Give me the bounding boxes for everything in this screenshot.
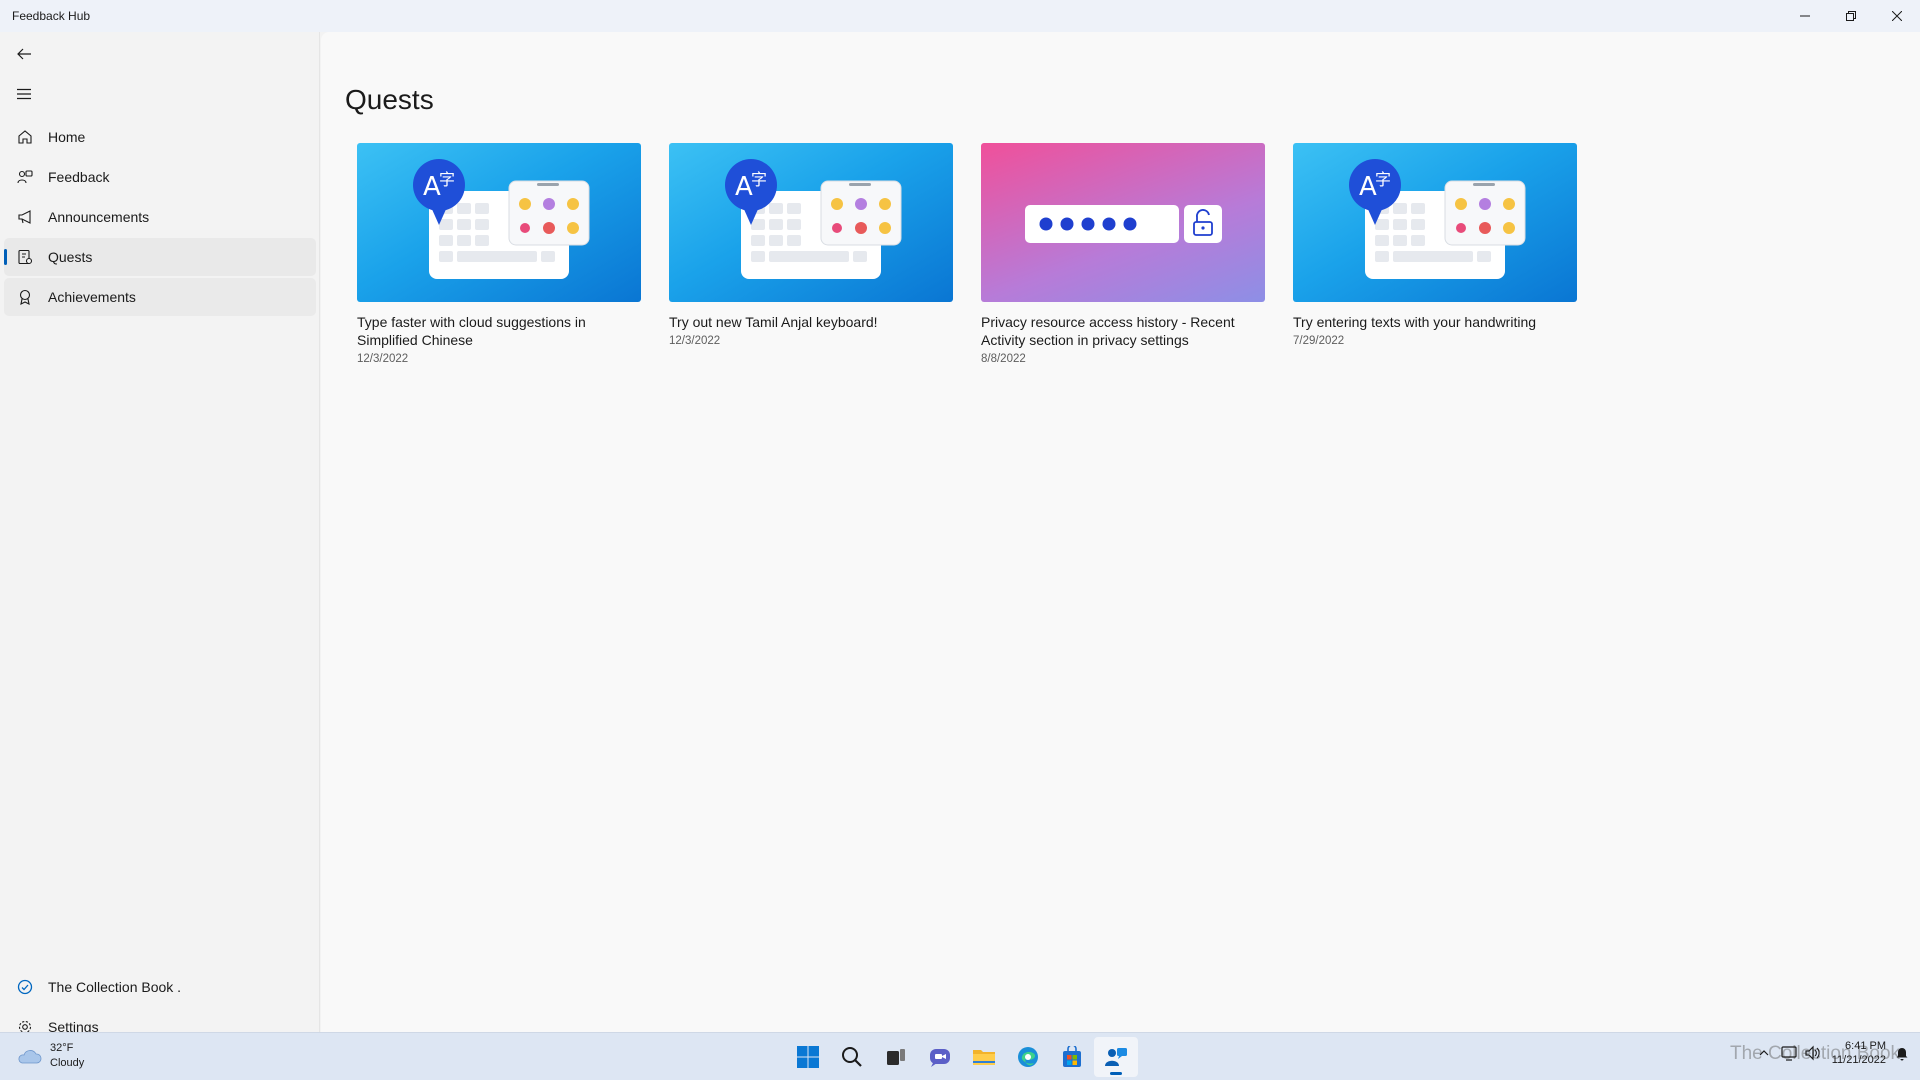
system-tray: 6:41 PM 11/21/2022 — [1758, 1039, 1910, 1067]
password-lock-illustration — [981, 143, 1265, 302]
close-icon — [1892, 11, 1902, 21]
file-explorer-icon — [973, 1050, 995, 1065]
task-view-icon — [887, 1049, 905, 1065]
nav-item-quests[interactable]: Quests — [4, 238, 316, 276]
nav-label-feedback: Feedback — [48, 169, 110, 185]
clock[interactable]: 6:41 PM 11/21/2022 — [1832, 1039, 1886, 1067]
feedback-hub-icon — [1105, 1048, 1127, 1066]
clock-time: 6:41 PM — [1845, 1040, 1886, 1052]
back-button[interactable] — [12, 42, 36, 66]
quest-title: Try out new Tamil Anjal keyboard! — [669, 314, 878, 330]
notification-bell-icon[interactable] — [1894, 1045, 1910, 1061]
network-icon[interactable] — [1780, 1045, 1798, 1061]
hamburger-icon — [17, 88, 31, 100]
account-label: The Collection Book . — [48, 979, 182, 995]
chat-icon — [930, 1049, 950, 1067]
back-arrow-icon — [17, 48, 31, 60]
store-icon — [1063, 1046, 1081, 1067]
search-button[interactable] — [830, 1037, 874, 1077]
nav-item-home[interactable]: Home — [4, 118, 316, 156]
app-title: Feedback Hub — [12, 9, 91, 23]
keyboard-ime-illustration: A 字 — [357, 143, 641, 302]
quest-card[interactable]: A 字 Type faster with cloud suggestions i… — [357, 143, 641, 365]
navigation-pane: Home Feedback Announcements Quests Achie… — [0, 32, 320, 1035]
edge-icon — [1018, 1047, 1038, 1067]
quest-title: Type faster with cloud suggestions in Si… — [357, 314, 586, 348]
quest-title: Try entering texts with your handwriting — [1293, 314, 1537, 330]
feedback-hub-button[interactable] — [1094, 1037, 1138, 1077]
restore-icon — [1846, 11, 1856, 21]
quest-date: 12/3/2022 — [357, 353, 409, 365]
account-icon — [16, 978, 34, 996]
weather-temperature: 32°F — [50, 1042, 74, 1054]
clock-date: 11/21/2022 — [1831, 1054, 1886, 1066]
taskbar-apps — [786, 1037, 1138, 1077]
quest-icon — [16, 248, 34, 266]
feedback-icon — [16, 168, 34, 186]
task-view-button[interactable] — [874, 1037, 918, 1077]
weather-widget[interactable]: 32°F Cloudy — [16, 1041, 84, 1071]
quest-card[interactable]: A 字 Try entering texts with your handwri… — [1293, 143, 1577, 347]
svg-text:字: 字 — [439, 170, 455, 189]
cloud-icon — [18, 1050, 42, 1064]
edge-button[interactable] — [1006, 1037, 1050, 1077]
file-explorer-button[interactable] — [962, 1037, 1006, 1077]
window-controls — [1782, 0, 1920, 32]
restore-button[interactable] — [1828, 0, 1874, 32]
nav-label-quests: Quests — [48, 249, 93, 265]
badge-icon — [16, 288, 34, 306]
taskbar: 32°F Cloudy The Collection Book 6:41 PM … — [0, 1032, 1920, 1080]
svg-text:字: 字 — [751, 170, 767, 189]
nav-item-achievements[interactable]: Achievements — [4, 278, 316, 316]
keyboard-ime-illustration: A 字 — [669, 143, 953, 302]
quest-date: 8/8/2022 — [981, 353, 1026, 365]
search-icon — [842, 1047, 862, 1067]
title-bar: Feedback Hub — [0, 0, 1920, 32]
svg-text:字: 字 — [1375, 170, 1391, 189]
chat-button[interactable] — [918, 1037, 962, 1077]
start-icon — [797, 1046, 819, 1068]
nav-item-announcements[interactable]: Announcements — [4, 198, 316, 236]
quest-date: 7/29/2022 — [1293, 335, 1345, 347]
nav-label-home: Home — [48, 129, 86, 145]
weather-description: Cloudy — [50, 1057, 85, 1069]
nav-label-achievements: Achievements — [48, 289, 136, 305]
close-button[interactable] — [1874, 0, 1920, 32]
keyboard-ime-illustration: A 字 — [1293, 143, 1577, 302]
main-content: Quests A 字 Type faster with cloud sugges… — [321, 32, 1920, 1032]
chevron-up-icon[interactable] — [1758, 1047, 1770, 1059]
page-title: Quests — [345, 84, 434, 115]
selection-indicator — [4, 249, 7, 265]
nav-label-announcements: Announcements — [48, 209, 150, 225]
minimize-icon — [1800, 15, 1810, 17]
home-icon — [16, 128, 34, 146]
nav-item-feedback[interactable]: Feedback — [4, 158, 316, 196]
megaphone-icon — [16, 208, 34, 226]
account-item[interactable]: The Collection Book . — [4, 968, 316, 1006]
minimize-button[interactable] — [1782, 0, 1828, 32]
store-button[interactable] — [1050, 1037, 1094, 1077]
volume-icon[interactable] — [1804, 1045, 1822, 1061]
start-button[interactable] — [786, 1037, 830, 1077]
quest-title: Privacy resource access history - Recent… — [981, 314, 1235, 348]
quest-card[interactable]: A 字 Try out new Tamil Anjal keyboard! 12… — [669, 143, 953, 347]
quest-date: 12/3/2022 — [669, 335, 721, 347]
quest-card[interactable]: Privacy resource access history - Recent… — [981, 143, 1265, 365]
hamburger-menu-button[interactable] — [12, 82, 36, 106]
